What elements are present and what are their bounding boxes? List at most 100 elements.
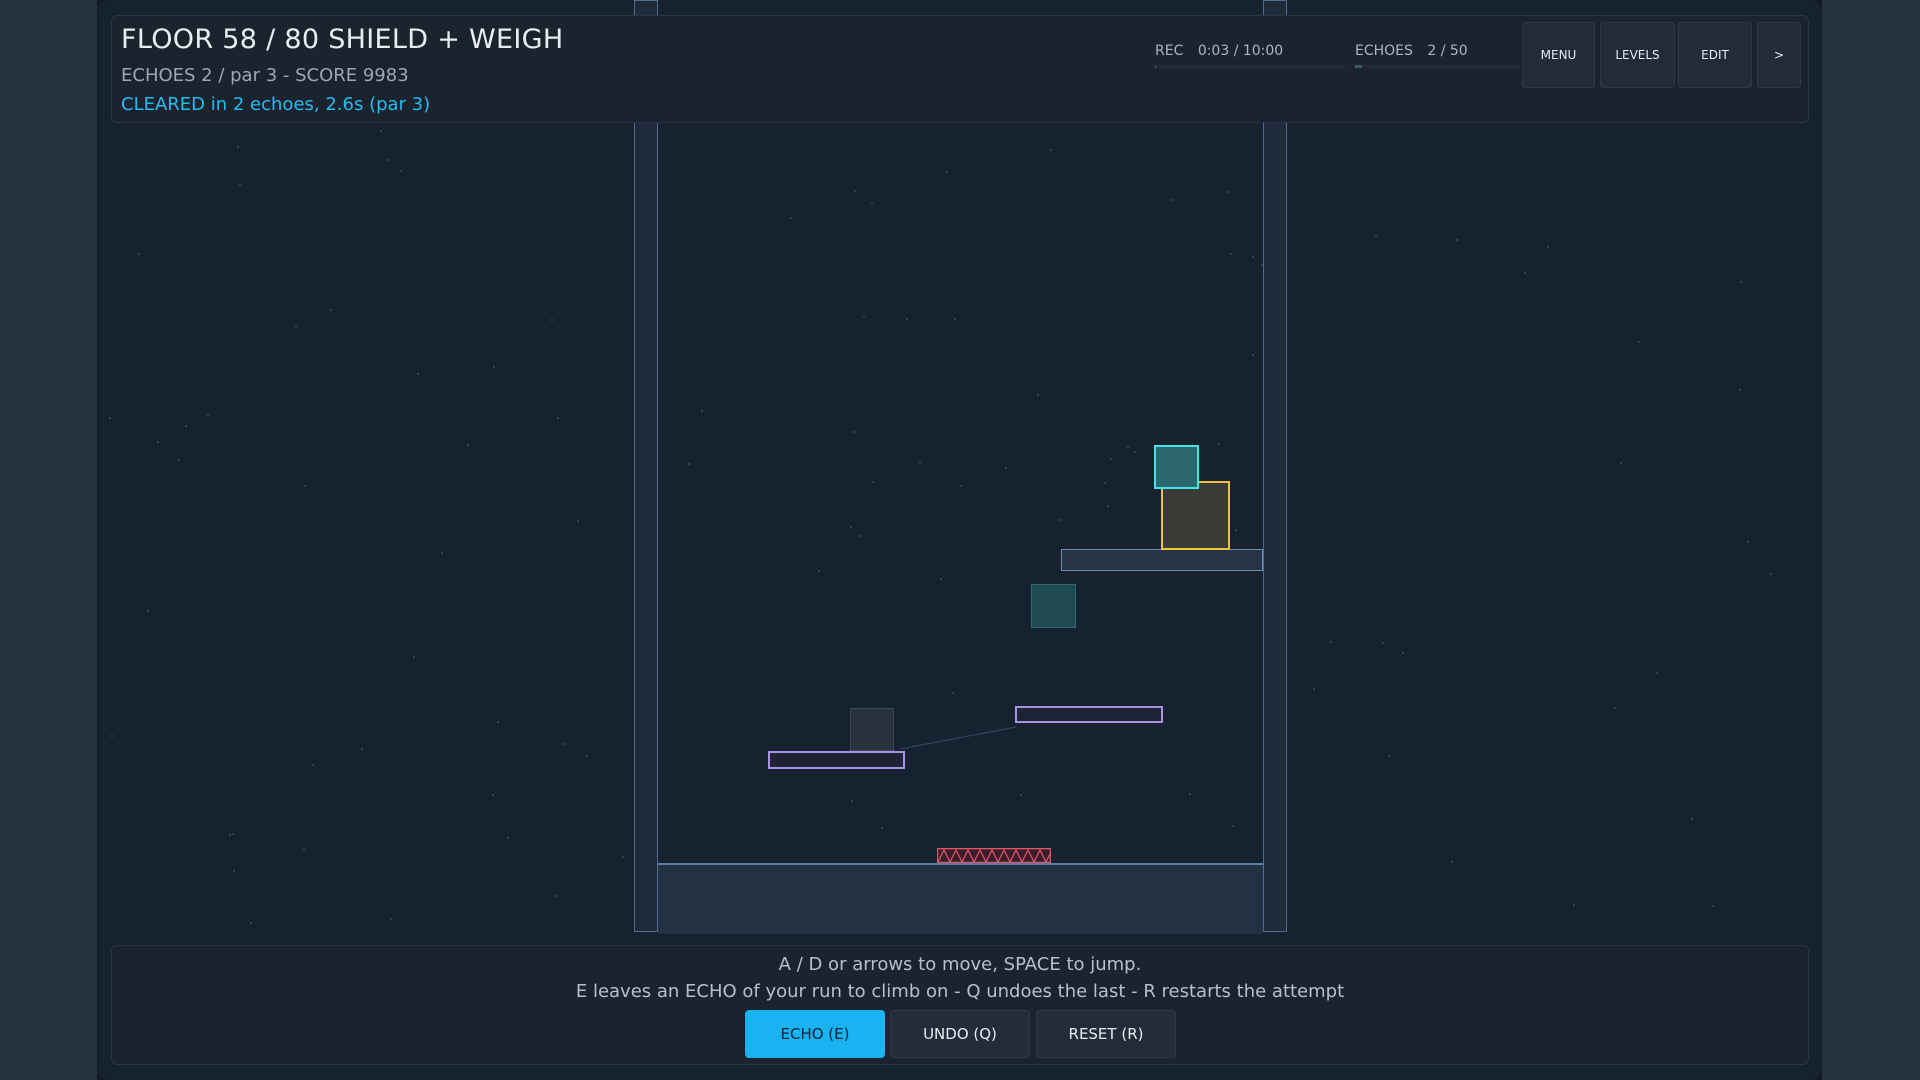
star-dot (1573, 904, 1575, 906)
star-dot (207, 414, 209, 416)
rec-label: REC (1155, 43, 1184, 59)
star-dot (1770, 573, 1772, 575)
echo-ghost-block (1031, 584, 1076, 628)
star-dot (380, 130, 382, 132)
star-dot (1313, 688, 1315, 690)
edit-button[interactable]: EDIT (1678, 22, 1752, 88)
echoes-meter-fill (1355, 65, 1362, 68)
star-dot (303, 849, 305, 851)
right-margin (1822, 0, 1920, 1080)
star-dot (851, 800, 853, 802)
cleared-status: CLEARED in 2 echoes, 2.6s (par 3) (121, 94, 431, 115)
star-dot (701, 410, 703, 412)
levels-button[interactable]: LEVELS (1600, 22, 1675, 88)
star-dot (400, 170, 402, 172)
star-dot (854, 190, 856, 192)
star-dot (562, 743, 564, 745)
controls-help-panel: A / D or arrows to move, SPACE to jump. … (111, 945, 1809, 1065)
weight-crate (1161, 481, 1230, 550)
menu-button[interactable]: MENU (1522, 22, 1595, 88)
star-dot (881, 827, 883, 829)
star-dot (1060, 519, 1062, 521)
star-dot (1110, 458, 1112, 460)
star-dot (1218, 443, 1220, 445)
echoes-readout: ECHOES 2 / 50 (1355, 43, 1468, 59)
echoes-label: ECHOES (1355, 43, 1413, 59)
star-dot (1638, 341, 1640, 343)
star-dot (586, 755, 588, 757)
star-dot (1740, 281, 1742, 283)
star-dot (507, 837, 509, 839)
star-dot (1402, 652, 1404, 654)
star-dot (555, 895, 557, 897)
reset-button[interactable]: RESET (R) (1036, 1010, 1176, 1058)
star-dot (1614, 707, 1616, 709)
star-dot (1656, 672, 1658, 674)
star-dot (1230, 253, 1232, 255)
star-dot (952, 692, 954, 694)
star-dot (1134, 451, 1136, 453)
echo-ghost-block (850, 708, 894, 751)
moving-platform-left (768, 751, 905, 769)
star-dot (304, 485, 306, 487)
star-dot (1235, 529, 1237, 531)
star-dot (147, 610, 149, 612)
next-level-button[interactable]: > (1757, 22, 1801, 88)
shaft-floor (658, 863, 1263, 934)
star-dot (232, 833, 234, 835)
star-dot (185, 425, 187, 427)
star-dot (1104, 482, 1106, 484)
star-dot (1232, 825, 1234, 827)
star-dot (871, 202, 873, 204)
star-dot (863, 316, 865, 318)
star-dot (497, 721, 499, 723)
star-dot (1388, 755, 1390, 757)
star-dot (1227, 191, 1229, 193)
echoes-value: 2 / 50 (1427, 43, 1468, 59)
star-dot (1620, 462, 1622, 464)
star-dot (940, 578, 942, 580)
star-dot (790, 217, 792, 219)
star-dot (853, 431, 855, 433)
star-dot (577, 520, 579, 522)
star-dot (387, 159, 389, 161)
star-dot (1456, 239, 1458, 241)
shaft-right-wall (1263, 0, 1287, 932)
star-dot (390, 918, 392, 920)
rec-meter-fill (1155, 65, 1156, 68)
star-dot (919, 461, 921, 463)
star-dot (960, 485, 962, 487)
star-dot (850, 526, 852, 528)
star-dot (1451, 861, 1453, 863)
hud-panel: FLOOR 58 / 80 SHIELD + WEIGH ECHOES 2 / … (111, 15, 1809, 123)
star-dot (557, 417, 559, 419)
star-dot (1691, 818, 1693, 820)
star-dot (467, 444, 469, 446)
star-dot (1330, 641, 1332, 643)
spike-hazard (937, 848, 1051, 863)
star-dot (1107, 505, 1109, 507)
rec-meter (1155, 65, 1345, 68)
stone-ledge (1061, 549, 1263, 571)
star-dot (111, 735, 113, 737)
star-dot (622, 856, 624, 858)
star-dot (1037, 394, 1039, 396)
star-dot (413, 656, 415, 658)
undo-button[interactable]: UNDO (Q) (890, 1010, 1030, 1058)
star-dot (229, 834, 231, 836)
star-dot (818, 570, 820, 572)
star-dot (1127, 446, 1129, 448)
star-dot (1739, 389, 1741, 391)
echo-button[interactable]: ECHO (E) (745, 1010, 885, 1058)
star-dot (239, 184, 241, 186)
star-dot (492, 794, 494, 796)
star-dot (233, 870, 235, 872)
star-dot (417, 373, 419, 375)
star-dot (1747, 541, 1749, 543)
moving-platform-right (1015, 706, 1163, 723)
star-dot (1712, 905, 1714, 907)
star-dot (1382, 642, 1384, 644)
star-dot (946, 171, 948, 173)
star-dot (295, 325, 297, 327)
star-dot (138, 253, 140, 255)
